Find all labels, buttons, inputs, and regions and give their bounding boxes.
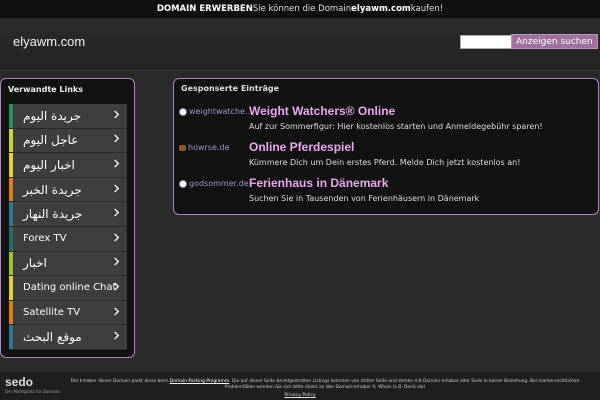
chevron-right-icon (114, 184, 120, 193)
related-link-item[interactable]: Forex TV (9, 226, 127, 252)
sponsored-entry[interactable]: godsommer.de Ferienhaus in Dänemark Suchen… (174, 175, 598, 205)
sedo-logo[interactable]: sedo (5, 375, 33, 389)
related-link-label: Forex TV (23, 233, 67, 245)
link-color-bar (9, 104, 13, 128)
related-link-item[interactable]: جريدة النهار (9, 202, 127, 227)
offer-lead[interactable]: DOMAIN ERWERBEN (157, 4, 253, 14)
horse-favicon-icon (179, 144, 186, 151)
site-logo[interactable]: elyawm.com (13, 34, 85, 49)
chevron-right-icon (114, 307, 120, 316)
footer-disclaimer: Der Inhaber dieser Domain parkt diese be… (55, 379, 595, 391)
parking-program-link[interactable]: Domain-Parking-Programm (170, 379, 229, 384)
search-input[interactable] (460, 35, 512, 49)
chevron-right-icon (114, 331, 120, 340)
related-link-label: جريدة الخبر (23, 182, 82, 197)
related-link-item[interactable]: Dating online Chat (9, 276, 127, 301)
related-link-item[interactable]: اخبار اليوم (9, 153, 127, 178)
entry-domain[interactable]: godsommer.de (179, 179, 249, 188)
chevron-right-icon (114, 134, 120, 143)
related-link-item[interactable]: جريدة الخبر (9, 177, 127, 203)
offer-domain: elyawm.com (351, 4, 411, 14)
link-color-bar (9, 153, 13, 177)
header: elyawm.com Anzeigen suchen (0, 18, 600, 71)
entry-headline[interactable]: Online Pferdespiel (249, 140, 354, 154)
link-color-bar (9, 128, 13, 153)
related-links-panel: Verwandte Links جريدة اليوم عاجل اليوم اخب… (0, 78, 135, 358)
link-color-bar (9, 226, 13, 251)
chevron-right-icon (114, 282, 120, 291)
disclaimer-line-2: Problemfällen wenden Sie sich bitte dire… (224, 385, 426, 390)
link-color-bar (9, 300, 13, 325)
related-link-item[interactable]: عاجل اليوم (9, 128, 127, 154)
entry-description: Suchen Sie in Tausenden von Ferienhäuser… (249, 194, 480, 203)
entry-domain-text: godsommer.de (189, 179, 249, 188)
sponsored-title: Gesponserte Einträge (181, 84, 280, 93)
globe-dot-icon (179, 107, 187, 116)
offer-text-before: Sie können die Domain (252, 4, 352, 14)
related-link-label: Satellite TV (23, 307, 81, 319)
related-link-label: جريدة النهار (23, 207, 83, 222)
globe-dot-icon (179, 179, 187, 188)
disclaimer-part-b: . Die auf dieser Seite bereitgestellten … (229, 379, 580, 384)
related-link-item[interactable]: موقع البحث (9, 325, 127, 350)
chevron-right-icon (114, 208, 120, 217)
related-link-label: عاجل اليوم (23, 133, 79, 148)
related-link-item[interactable]: اخبار (9, 251, 127, 277)
domain-offer-bar: DOMAIN ERWERBEN Sie können die Domain el… (0, 0, 600, 19)
link-color-bar (9, 202, 13, 226)
related-links-title: Verwandte Links (8, 85, 83, 94)
link-color-bar (9, 276, 13, 300)
chevron-right-icon (114, 233, 120, 242)
disclaimer-part-a: Der Inhaber dieser Domain parkt diese be… (70, 379, 170, 384)
link-color-bar (9, 251, 13, 276)
related-link-label: Dating online Chat (23, 282, 117, 294)
entry-headline[interactable]: Weight Watchers® Online (249, 104, 395, 118)
entry-headline[interactable]: Ferienhaus in Dänemark (249, 176, 388, 190)
entry-domain-text: weightwatche... (189, 107, 249, 116)
related-link-label: اخبار اليوم (23, 157, 75, 172)
entry-domain-text: howrse.de (188, 143, 230, 152)
footer: sedo Der Marktplatz für Domains Der Inha… (0, 372, 600, 400)
offer-text-after: kaufen! (410, 4, 444, 14)
entry-domain[interactable]: howrse.de (179, 143, 249, 152)
chevron-right-icon (114, 257, 120, 266)
chevron-right-icon (114, 159, 120, 168)
related-link-item[interactable]: جريدة اليوم (9, 104, 127, 129)
entry-domain[interactable]: weightwatche... (179, 107, 249, 116)
link-color-bar (9, 325, 13, 349)
related-link-label: موقع البحث (23, 330, 82, 345)
sponsored-entry[interactable]: howrse.de Online Pferdespiel Kümmere Dich … (174, 139, 598, 169)
privacy-policy-link[interactable]: Privacy Policy (0, 393, 600, 398)
chevron-right-icon (114, 110, 120, 119)
related-links-list: جريدة اليوم عاجل اليوم اخبار اليوم جريدة ال… (9, 104, 127, 350)
search-button[interactable]: Anzeigen suchen (511, 34, 598, 49)
entry-description: Auf zur Sommerfigur: Hier kostenlos star… (249, 122, 543, 131)
related-link-item[interactable]: Satellite TV (9, 300, 127, 326)
entry-description: Kümmere Dich um Dein erstes Pferd. Melde… (249, 158, 521, 167)
link-color-bar (9, 177, 13, 202)
related-link-label: اخبار (23, 256, 47, 271)
sponsored-panel: Gesponserte Einträge weightwatche... Weig… (173, 78, 599, 215)
sponsored-entry[interactable]: weightwatche... Weight Watchers® Online Au… (174, 103, 598, 133)
related-link-label: جريدة اليوم (23, 108, 82, 123)
